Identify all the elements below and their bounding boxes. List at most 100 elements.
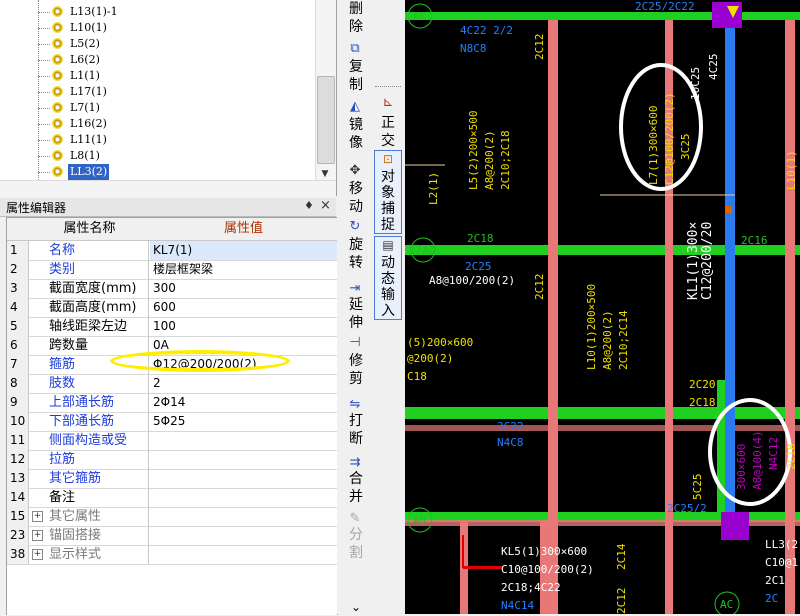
property-row[interactable]: 10 下部通长筋 5Φ25 xyxy=(7,412,337,432)
extend-button[interactable]: 延伸 xyxy=(345,296,367,332)
tree-item[interactable]: LL3(2) xyxy=(0,164,312,180)
expand-plus-icon[interactable]: + xyxy=(32,530,43,541)
property-row[interactable]: 23 + 锚固搭接 xyxy=(7,526,337,546)
row-number: 7 xyxy=(7,355,29,374)
property-value[interactable]: Φ12@200/200(2) xyxy=(150,355,337,374)
tree-item[interactable]: L6(2) xyxy=(0,52,312,68)
property-value[interactable] xyxy=(150,450,337,469)
property-value[interactable]: 300 xyxy=(150,279,337,298)
mirror-icon[interactable]: ◭ xyxy=(347,100,363,114)
property-value[interactable]: 2Φ14 xyxy=(150,393,337,412)
ortho-button[interactable]: 正交 xyxy=(375,114,401,150)
trim-button[interactable]: 修剪 xyxy=(345,352,367,388)
property-row[interactable]: 11 侧面构造或受 xyxy=(7,431,337,451)
tree-connector xyxy=(38,156,50,157)
column-bottom[interactable] xyxy=(721,512,749,540)
tree-item-label: L11(1) xyxy=(70,133,107,146)
anno-l10b: L10(1)200×500 xyxy=(585,284,598,370)
property-value[interactable]: 2 xyxy=(150,374,337,393)
expand-plus-icon[interactable]: + xyxy=(32,549,43,560)
tree-item[interactable]: L1(1) xyxy=(0,68,312,84)
row-number: 5 xyxy=(7,317,29,336)
property-value[interactable] xyxy=(150,431,337,450)
tree-item[interactable]: L7(1) xyxy=(0,100,312,116)
grip-point[interactable] xyxy=(725,206,732,213)
tree-item[interactable]: L16(2) xyxy=(0,116,312,132)
tree-item[interactable]: L11(1) xyxy=(0,132,312,148)
property-row[interactable]: 3 截面宽度(mm) 300 xyxy=(7,279,337,299)
property-row[interactable]: 12 拉筋 xyxy=(7,450,337,470)
property-value[interactable] xyxy=(150,526,337,545)
anno-l10: L10(1) xyxy=(785,150,798,190)
property-row[interactable]: 8 肢数 2 xyxy=(7,374,337,394)
property-value[interactable]: 0A xyxy=(150,336,337,355)
beam-middle[interactable] xyxy=(405,407,800,419)
property-row[interactable]: 6 跨数量 0A xyxy=(7,336,337,356)
close-icon[interactable]: × xyxy=(320,198,334,214)
property-value[interactable]: KL7(1) xyxy=(150,241,337,260)
copy-button[interactable]: 复制 xyxy=(345,58,367,94)
anno-4c25: 4C25 xyxy=(707,54,720,81)
trim-icon[interactable]: ⊣ xyxy=(347,336,363,350)
property-value[interactable] xyxy=(150,469,337,488)
property-value[interactable]: 100 xyxy=(150,317,337,336)
delete-button[interactable]: 删除 xyxy=(345,0,367,36)
tree-item[interactable]: L17(1) xyxy=(0,84,312,100)
snap-button[interactable]: ⊡ 对象捕捉 xyxy=(374,150,402,234)
anno-n4c12: N4C12 xyxy=(767,437,780,470)
property-row[interactable]: 1 名称 KL7(1) xyxy=(7,241,337,261)
property-value[interactable] xyxy=(150,507,337,526)
property-value[interactable] xyxy=(150,545,337,564)
component-tree[interactable]: L13(1)-1 L10(1) L5(2) L6(2) L1(1) L17(1) L7(1)… xyxy=(0,0,337,196)
move-button[interactable]: 移动 xyxy=(345,180,367,216)
break-icon[interactable]: ⇋ xyxy=(347,398,363,412)
anno-5c25: 5C25 xyxy=(691,474,704,501)
tree-item[interactable]: L13(1)-1 xyxy=(0,4,312,20)
tree-item[interactable]: L10(1) xyxy=(0,20,312,36)
property-value[interactable] xyxy=(150,488,337,507)
axis-label-ab: AB xyxy=(413,514,427,527)
expand-plus-icon[interactable]: + xyxy=(32,511,43,522)
property-value[interactable]: 5Φ25 xyxy=(150,412,337,431)
pin-icon[interactable]: ♦ xyxy=(304,199,316,213)
property-row[interactable]: 5 轴线距梁左边 100 xyxy=(7,317,337,337)
move-icon[interactable]: ✥ xyxy=(347,164,363,178)
toolbar-more-chevron-icon[interactable]: ⌄ xyxy=(345,598,367,616)
property-row[interactable]: 38 + 显示样式 xyxy=(7,545,337,565)
merge-button[interactable]: 合并 xyxy=(345,470,367,506)
rotate-icon[interactable]: ↻ xyxy=(347,220,363,234)
property-value[interactable]: 600 xyxy=(150,298,337,317)
property-row[interactable]: 14 备注 xyxy=(7,488,337,508)
property-row[interactable]: 2 类别 楼层框架梁 xyxy=(7,260,337,280)
property-row[interactable]: 7 箍筋 Φ12@200/200(2) xyxy=(7,355,337,375)
tree-scroll-thumb[interactable] xyxy=(317,76,335,164)
anno-2c12-top: 2C12 xyxy=(533,34,546,61)
tree-item[interactable]: L8(1) xyxy=(0,148,312,164)
break-button[interactable]: 打断 xyxy=(345,412,367,448)
ortho-icon[interactable]: ⊾ xyxy=(380,96,396,110)
extend-icon[interactable]: ⇥ xyxy=(347,282,363,296)
rotate-button[interactable]: 旋转 xyxy=(345,236,367,272)
copy-icon[interactable]: ⧉ xyxy=(347,42,363,56)
tree-horizontal-scrollbar[interactable] xyxy=(0,180,336,197)
merge-icon[interactable]: ⇉ xyxy=(347,456,363,470)
selected-beam-kl7[interactable] xyxy=(725,20,735,520)
beam-green-v[interactable] xyxy=(717,380,725,520)
component-gear-icon xyxy=(52,150,63,161)
drawing-canvas[interactable]: AE 1/AD AB AC 2C25/2C22 4C22 2/2 N8C8 2C… xyxy=(405,0,800,614)
property-value[interactable]: 楼层框架梁 xyxy=(150,260,337,279)
property-row[interactable]: 9 上部通长筋 2Φ14 xyxy=(7,393,337,413)
property-row[interactable]: 15 + 其它属性 xyxy=(7,507,337,527)
property-row[interactable]: 4 截面高度(mm) 600 xyxy=(7,298,337,318)
property-row[interactable]: 13 其它箍筋 xyxy=(7,469,337,489)
beam-pink-h1[interactable] xyxy=(405,425,800,431)
property-name: + 其它属性 xyxy=(29,507,149,526)
tree-item-label: L6(2) xyxy=(70,53,100,66)
column-top[interactable] xyxy=(712,2,742,28)
tree-item[interactable]: L5(2) xyxy=(0,36,312,52)
mirror-button[interactable]: 镜像 xyxy=(345,116,367,152)
dynamic-input-button[interactable]: ▤ 动态输入 xyxy=(374,236,402,320)
anno-10c25: 10C25 xyxy=(689,67,702,100)
property-name: 跨数量 xyxy=(29,336,149,355)
drawing-svg[interactable]: AE 1/AD AB AC 2C25/2C22 4C22 2/2 N8C8 2C… xyxy=(405,0,800,614)
